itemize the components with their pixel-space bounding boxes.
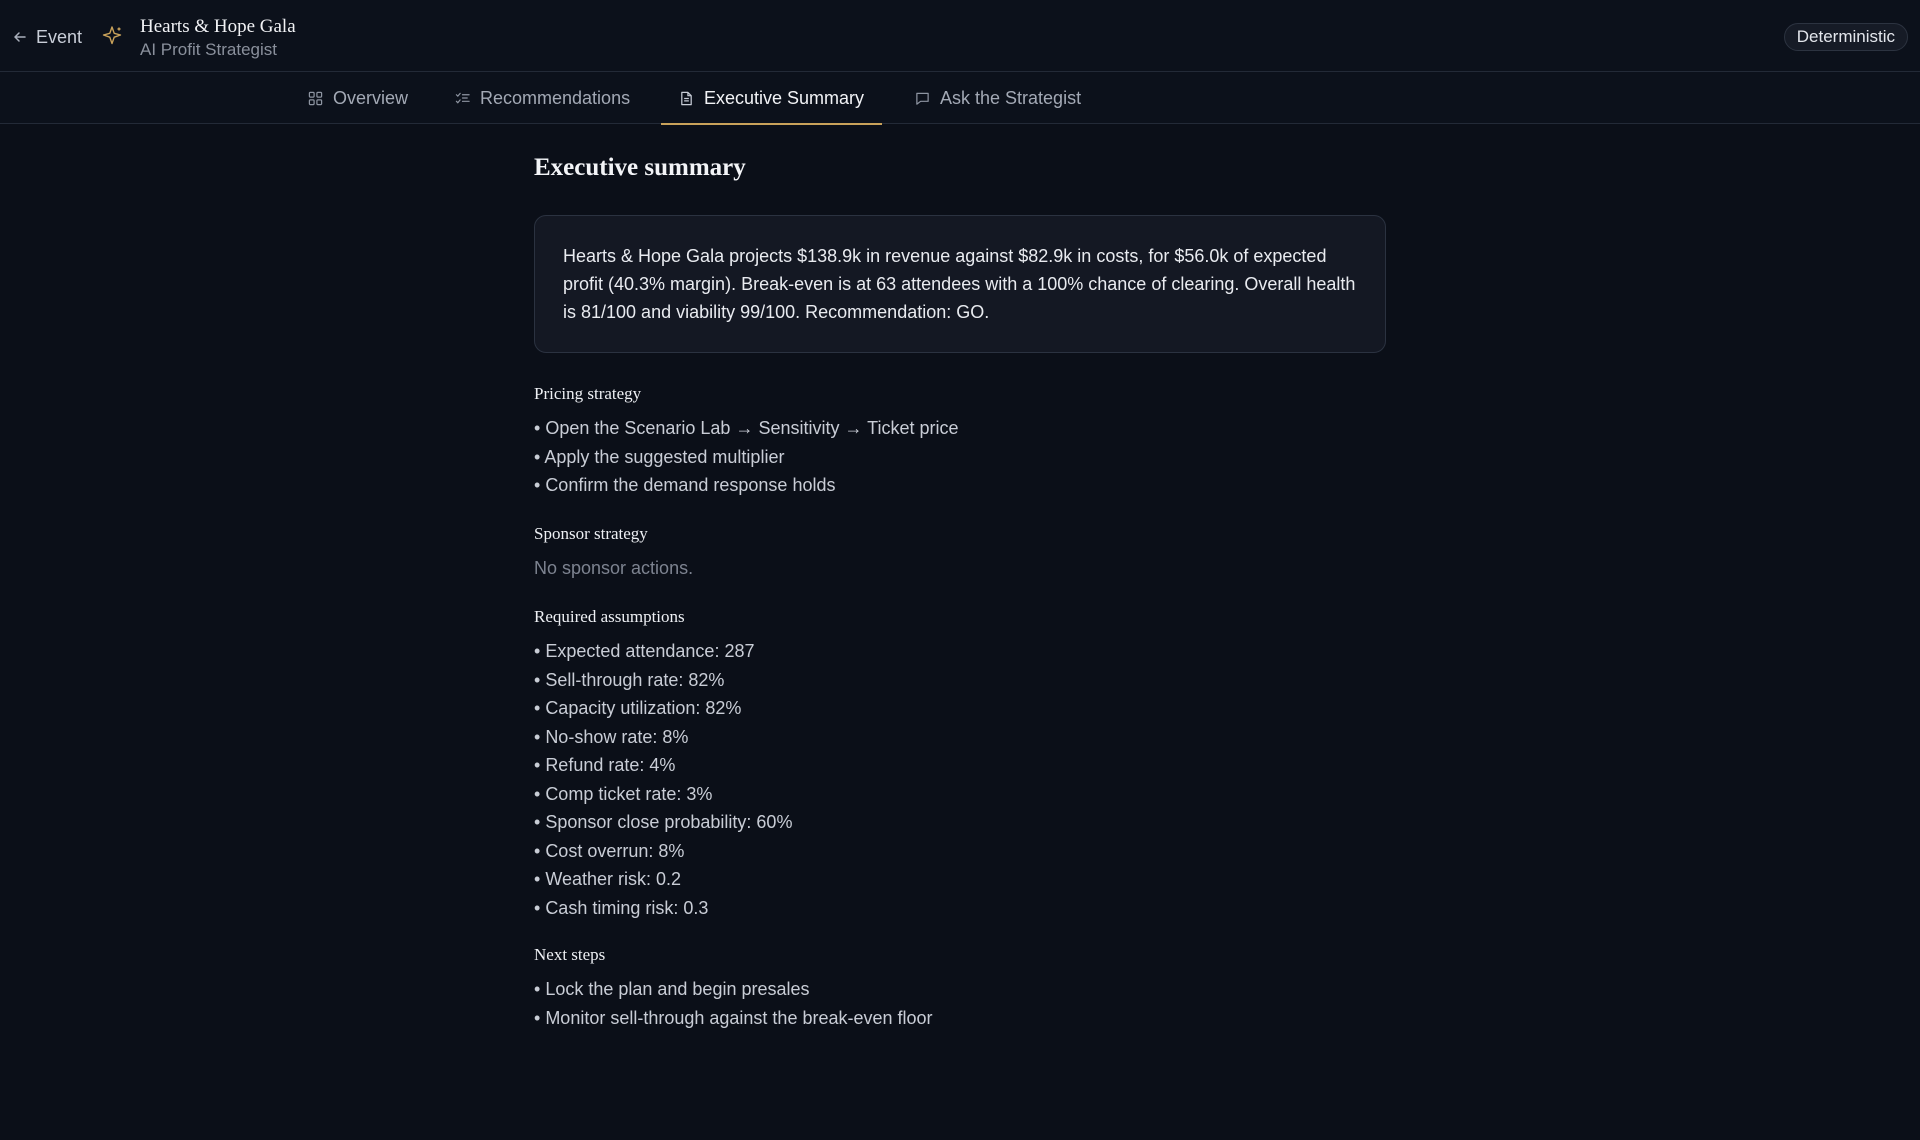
tab-overview-label: Overview [333,87,409,108]
back-link-label: Event [36,26,83,47]
required-assumptions-list: Expected attendance: 287 Sell-through ra… [534,637,1386,922]
list-item: Lock the plan and begin presales [534,975,1386,1004]
mode-badge[interactable]: Deterministic [1783,23,1908,51]
list-check-icon [455,92,470,104]
sponsor-strategy-heading: Sponsor strategy [534,524,648,543]
next-steps-list: Lock the plan and begin presales Monitor… [534,975,1386,1032]
grid-icon [308,91,323,105]
required-assumptions-section: Required assumptions Expected attendance… [534,604,1386,922]
list-item: Apply the suggested multiplier [534,443,1386,472]
tab-executive-summary-label: Executive Summary [704,87,865,108]
list-item: Sponsor close probability: 60% [534,808,1386,837]
pricing-strategy-section: Pricing strategy Open the Scenario Lab →… [534,381,1386,500]
list-item: Cash timing risk: 0.3 [534,894,1386,923]
page-title: Executive summary [534,154,746,181]
back-to-event-link[interactable]: Event [12,24,82,50]
app-title-block: Hearts & Hope Gala AI Profit Strategist [140,16,296,59]
list-item: Capacity utilization: 82% [534,694,1386,723]
list-item: Cost overrun: 8% [534,837,1386,866]
list-item: Sell-through rate: 82% [534,666,1386,695]
tab-ask-the-strategist-label: Ask the Strategist [940,87,1082,108]
arrow-left-icon [14,32,26,42]
list-item: Open the Scenario Lab → Sensitivity → Ti… [534,414,1386,443]
tab-overview[interactable]: Overview [290,72,426,124]
next-steps-heading: Next steps [534,945,606,964]
tab-ask-the-strategist[interactable]: Ask the Strategist [897,72,1099,124]
summary-text: Hearts & Hope Gala projects $138.9k in r… [563,246,1356,322]
list-item: Confirm the demand response holds [534,471,1386,500]
summary-card: Hearts & Hope Gala projects $138.9k in r… [534,215,1386,353]
tab-recommendations[interactable]: Recommendations [437,72,648,124]
chat-icon [916,92,929,105]
list-item: Refund rate: 4% [534,751,1386,780]
list-item: Weather risk: 0.2 [534,865,1386,894]
required-assumptions-heading: Required assumptions [534,607,685,626]
next-steps-section: Next steps Lock the plan and begin presa… [534,942,1386,1032]
pricing-strategy-heading: Pricing strategy [534,384,642,403]
top-header: Event Hearts & Hope Gala AI Profit Strat… [0,0,1920,72]
sponsor-strategy-section: Sponsor strategy No sponsor actions. [534,521,1386,582]
app-subtitle: AI Profit Strategist [140,39,277,59]
list-item: No-show rate: 8% [534,723,1386,752]
sparkle-icon [102,26,122,45]
list-item: Comp ticket rate: 3% [534,780,1386,809]
tab-executive-summary[interactable]: Executive Summary [661,72,883,125]
tab-recommendations-label: Recommendations [480,87,631,108]
sponsor-empty-note: No sponsor actions. [534,558,694,578]
pricing-strategy-list: Open the Scenario Lab → Sensitivity → Ti… [534,414,1386,500]
list-item: Monitor sell-through against the break-e… [534,1004,1386,1033]
document-icon [681,91,692,105]
event-title: Hearts & Hope Gala [140,16,296,37]
list-item: Expected attendance: 287 [534,637,1386,666]
tab-bar: Overview Recommendations Executive Summa… [0,72,1920,125]
